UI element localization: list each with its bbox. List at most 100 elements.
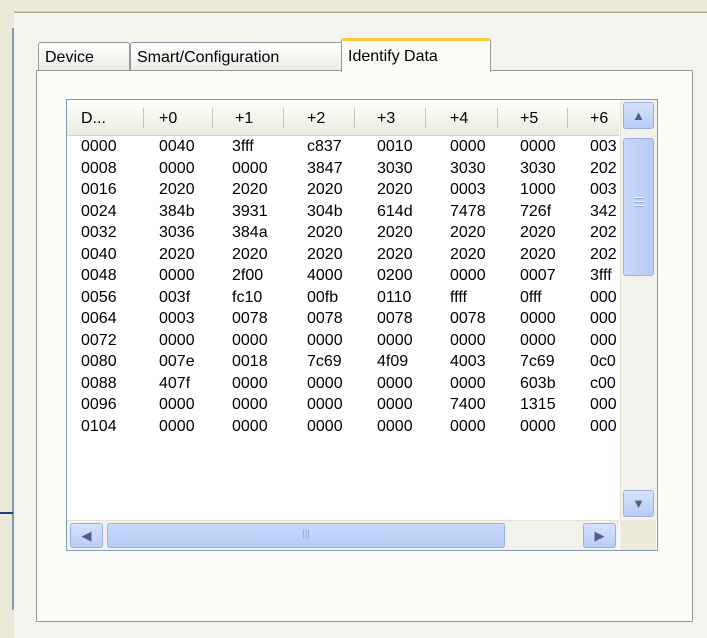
table-row[interactable]: 0056 003f fc10 00fb 0110 ffff 0fff 000: [67, 287, 619, 309]
value-cell: 2020: [377, 245, 413, 263]
arrow-right-icon[interactable]: ▶: [583, 523, 616, 548]
horizontal-scrollbar[interactable]: ◀ ||| ▶: [67, 520, 619, 550]
column-header-plus5[interactable]: +5: [520, 100, 538, 135]
value-cell: 0000: [159, 396, 195, 413]
vertical-scrollbar[interactable]: ▲ ▼: [620, 100, 657, 520]
table-row[interactable]: 0104 0000 0000 0000 0000 0000 0000 000: [67, 416, 619, 438]
tab-device[interactable]: Device: [38, 42, 130, 70]
value-cell: 407f: [159, 374, 191, 392]
value-cell: 0007: [520, 267, 556, 284]
value-cell: 0000: [307, 396, 343, 413]
value-cell: 3fff: [232, 138, 254, 155]
column-divider[interactable]: [212, 108, 213, 128]
value-cell: 0110: [377, 288, 412, 306]
tab-smart-configuration[interactable]: Smart/Configuration: [130, 42, 343, 70]
value-cell: 202: [590, 224, 617, 241]
table-row[interactable]: 0000 0040 3fff c837 0010 0000 0000 003: [67, 136, 619, 158]
value-cell: 0000: [307, 374, 343, 392]
value-cell: 0000: [520, 331, 556, 349]
column-divider[interactable]: [143, 108, 144, 128]
value-cell: 2020: [307, 224, 343, 241]
value-cell: 0000: [450, 331, 486, 349]
column-header-plus0[interactable]: +0: [159, 100, 177, 135]
offset-cell: 0040: [81, 245, 117, 263]
table-row[interactable]: 0024 384b 3931 304b 614d 7478 726f 342: [67, 201, 619, 223]
value-cell: 7c69: [520, 353, 555, 370]
table-row[interactable]: 0088 407f 0000 0000 0000 0000 603b c00: [67, 373, 619, 395]
column-header-plus1[interactable]: +1: [235, 100, 253, 135]
table-row[interactable]: 0072 0000 0000 0000 0000 0000 0000 000: [67, 330, 619, 352]
value-cell: 0000: [520, 138, 556, 155]
offset-cell: 0104: [81, 417, 117, 435]
value-cell: 3030: [377, 159, 413, 177]
column-header-plus6[interactable]: +6: [590, 100, 619, 135]
value-cell: 00fb: [307, 288, 339, 306]
value-cell: 342: [590, 202, 617, 220]
value-cell: 2020: [377, 224, 413, 241]
column-header-plus3[interactable]: +3: [377, 100, 395, 135]
table-row[interactable]: 0032 3036 384a 2020 2020 2020 2020 202: [67, 222, 619, 244]
value-cell: ffff: [450, 288, 467, 306]
value-cell: 0000: [232, 159, 268, 177]
offset-cell: 0072: [81, 331, 117, 349]
arrow-left-icon[interactable]: ◀: [70, 523, 103, 548]
value-cell: 2020: [520, 245, 556, 263]
table-row[interactable]: 0064 0003 0078 0078 0078 0078 0000 000: [67, 308, 619, 330]
column-header-plus4[interactable]: +4: [450, 100, 468, 135]
value-cell: 2020: [520, 224, 556, 241]
column-header-plus2[interactable]: +2: [307, 100, 325, 135]
grip-icon: |||: [302, 529, 310, 540]
value-cell: 3847: [307, 159, 343, 177]
column-divider[interactable]: [283, 108, 284, 128]
column-divider[interactable]: [497, 108, 498, 128]
column-header-row: D... +0 +1 +2 +3 +4 +5 +6: [67, 100, 619, 136]
value-cell: 0000: [307, 331, 343, 349]
value-cell: 0000: [159, 331, 195, 349]
value-cell: 0fff: [520, 288, 542, 306]
value-cell: 0078: [450, 310, 486, 327]
value-cell: 0010: [377, 138, 413, 155]
tab-identify-data[interactable]: Identify Data: [341, 38, 491, 72]
value-cell: 726f: [520, 202, 552, 220]
offset-cell: 0024: [81, 202, 117, 220]
arrow-down-icon[interactable]: ▼: [623, 490, 654, 517]
table-row[interactable]: 0008 0000 0000 3847 3030 3030 3030 202: [67, 158, 619, 180]
value-cell: 0000: [450, 417, 486, 435]
column-divider[interactable]: [567, 108, 568, 128]
arrow-up-icon[interactable]: ▲: [623, 102, 654, 129]
value-cell: 1315: [520, 396, 556, 413]
table-row[interactable]: 0096 0000 0000 0000 0000 7400 1315 000: [67, 394, 619, 416]
value-cell: 0200: [377, 267, 413, 284]
value-cell: 202: [590, 159, 617, 177]
offset-cell: 0080: [81, 353, 117, 370]
table-row[interactable]: 0080 007e 0018 7c69 4f09 4003 7c69 0c0: [67, 351, 619, 373]
value-cell: 0000: [159, 267, 195, 284]
offset-cell: 0064: [81, 310, 117, 327]
column-divider[interactable]: [354, 108, 355, 128]
value-cell: 0078: [377, 310, 413, 327]
value-cell: 003: [590, 138, 617, 155]
value-cell: 0000: [520, 417, 556, 435]
value-cell: 0000: [232, 331, 268, 349]
value-cell: 0000: [377, 331, 413, 349]
tab-label: Smart/Configuration: [137, 49, 280, 66]
column-header-offset[interactable]: D...: [81, 100, 106, 135]
table-row[interactable]: 0016 2020 2020 2020 2020 0003 1000 003: [67, 179, 619, 201]
value-cell: 000: [590, 310, 617, 327]
value-cell: 7400: [450, 396, 486, 413]
table-row[interactable]: 0040 2020 2020 2020 2020 2020 2020 202: [67, 244, 619, 266]
value-cell: 0018: [232, 353, 268, 370]
value-cell: 4000: [307, 267, 343, 284]
value-cell: 0000: [377, 374, 413, 392]
offset-cell: 0016: [81, 181, 117, 198]
table-row[interactable]: 0048 0000 2f00 4000 0200 0000 0007 3fff: [67, 265, 619, 287]
horizontal-scroll-thumb[interactable]: |||: [107, 523, 505, 548]
identify-data-grid[interactable]: D... +0 +1 +2 +3 +4 +5 +6 0000 0040 3fff c8…: [66, 99, 658, 551]
value-cell: 4f09: [377, 353, 409, 370]
vertical-scroll-thumb[interactable]: [623, 138, 654, 276]
offset-cell: 0056: [81, 288, 117, 306]
value-cell: 2020: [159, 181, 195, 198]
column-divider[interactable]: [425, 108, 426, 128]
value-cell: 202: [590, 245, 617, 263]
value-cell: 3fff: [590, 267, 612, 284]
